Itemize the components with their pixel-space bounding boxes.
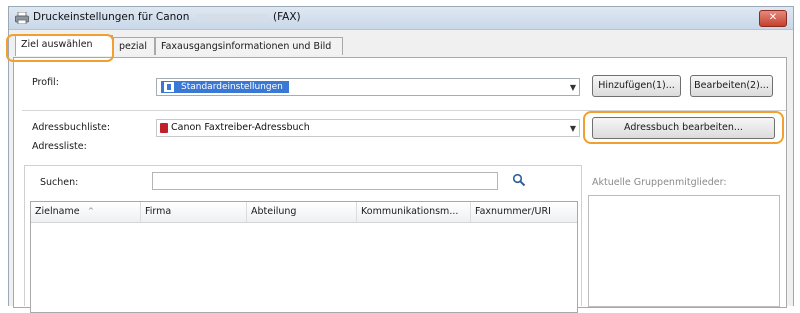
addressbook-value: Canon Faxtreiber-Adressbuch <box>171 122 310 133</box>
column-header-zielname[interactable]: Zielname ^ <box>31 202 141 222</box>
profile-value: Standardeinstellungen <box>181 82 283 92</box>
search-icon[interactable] <box>512 173 526 187</box>
profile-label: Profil: <box>32 77 59 88</box>
column-label: Zielname <box>35 206 80 217</box>
group-members-list[interactable] <box>588 195 780 307</box>
window-title-suffix: (FAX) <box>273 11 301 23</box>
column-header-kommunikation[interactable]: Kommunikationsm... <box>357 202 471 222</box>
address-list-label: Adressliste: <box>32 141 87 152</box>
chevron-down-icon: ▼ <box>569 83 576 92</box>
sort-arrow-icon: ^ <box>88 207 94 215</box>
add-profile-button[interactable]: Hinzufügen(1)... <box>592 75 681 97</box>
profile-selected-item: Standardeinstellungen <box>161 81 289 93</box>
chevron-down-icon: ▼ <box>569 124 576 133</box>
column-header-abteilung[interactable]: Abteilung <box>247 202 357 222</box>
profile-select[interactable]: Standardeinstellungen ▼ <box>156 78 580 96</box>
printer-icon <box>15 12 29 24</box>
column-header-firma[interactable]: Firma <box>141 202 247 222</box>
address-table[interactable]: Zielname ^ Firma Abteilung Kommunikation… <box>30 201 578 313</box>
tab-spezial[interactable]: pezial <box>113 37 155 55</box>
search-label: Suchen: <box>40 177 79 188</box>
profile-icon <box>164 82 174 92</box>
addressbook-icon <box>160 123 168 133</box>
tab-faxausgang[interactable]: Faxausgangsinformationen und Bild <box>155 37 343 55</box>
column-header-faxnummer[interactable]: Faxnummer/URI <box>471 202 577 222</box>
close-button[interactable]: ✕ <box>759 10 787 27</box>
addressbook-list-label: Adressbuchliste: <box>32 122 111 133</box>
tab-highlight-frame <box>6 34 114 62</box>
window-title: Druckeinstellungen für Canon <box>33 11 190 23</box>
edit-profile-button[interactable]: Bearbeiten(2)... <box>690 75 773 97</box>
addressbook-select[interactable]: Canon Faxtreiber-Adressbuch ▼ <box>156 119 580 137</box>
table-header: Zielname ^ Firma Abteilung Kommunikation… <box>31 202 577 223</box>
button-highlight-frame <box>583 111 784 144</box>
title-bar: Druckeinstellungen für Canon (FAX) ✕ <box>9 7 793 30</box>
search-input[interactable] <box>152 172 498 190</box>
group-members-label: Aktuelle Gruppenmitglieder: <box>592 177 727 188</box>
redacted-model <box>197 14 267 22</box>
